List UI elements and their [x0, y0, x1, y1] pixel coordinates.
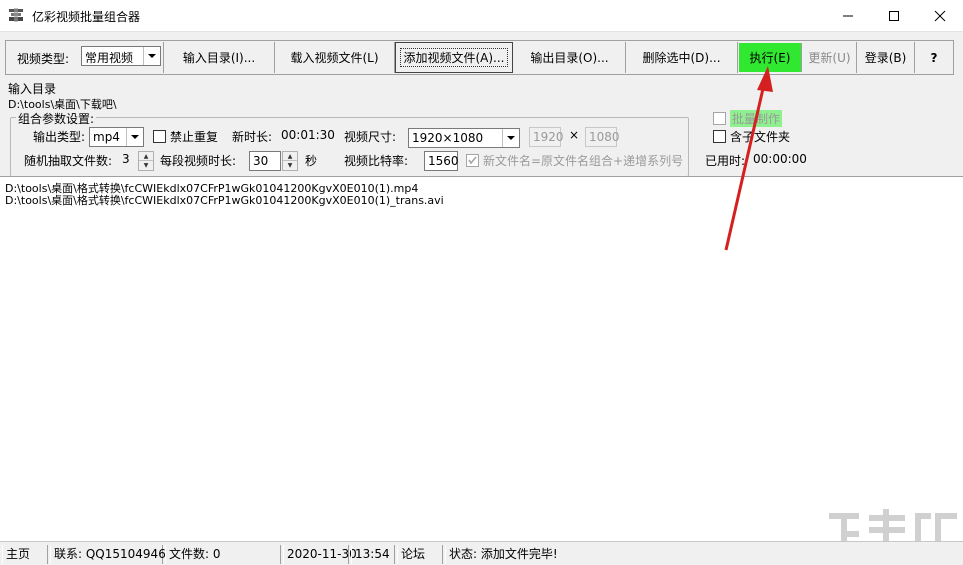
- app-logo-icon: [8, 7, 24, 23]
- status-home[interactable]: 主页: [2, 545, 48, 564]
- elapsed-label: 已用时:: [705, 154, 746, 168]
- chevron-down-icon: [126, 128, 143, 146]
- chevron-down-icon: [143, 47, 160, 65]
- subfolder-label: 含子文件夹: [730, 130, 791, 144]
- stepper-up-icon[interactable]: ▲: [283, 152, 297, 161]
- input-dir-label: 输入目录: [8, 82, 57, 96]
- random-count-stepper[interactable]: ▲ ▼: [138, 151, 154, 171]
- status-time: 13:54: [351, 545, 395, 564]
- segment-duration-label: 每段视频时长:: [160, 154, 237, 168]
- video-size-select[interactable]: 1920×1080: [408, 128, 520, 148]
- no-repeat-checkbox[interactable]: [153, 130, 166, 143]
- status-message: 状态: 添加文件完毕!: [445, 545, 825, 564]
- status-contact[interactable]: 联系: QQ15104946: [50, 545, 166, 564]
- status-file-count: 文件数: 0: [165, 545, 281, 564]
- no-repeat-label: 禁止重复: [170, 130, 219, 144]
- status-date: 2020-11-30: [283, 545, 357, 564]
- batch-checkbox[interactable]: [713, 112, 726, 125]
- status-bar: 主页 联系: QQ15104946 文件数: 0 2020-11-30 13:5…: [0, 541, 963, 565]
- bitrate-input[interactable]: 1560: [424, 151, 459, 171]
- new-duration-value: 00:01:30: [281, 128, 335, 142]
- seconds-unit: 秒: [305, 154, 318, 168]
- filename-rule-checkbox[interactable]: [466, 154, 479, 167]
- login-button[interactable]: 登录(B): [857, 42, 915, 73]
- subfolder-checkbox[interactable]: [713, 130, 726, 143]
- output-type-select[interactable]: mp4: [89, 127, 144, 147]
- new-duration-label: 新时长:: [232, 130, 273, 144]
- height-input[interactable]: 1080: [585, 127, 620, 147]
- output-dir-button[interactable]: 输出目录(O)...: [514, 42, 626, 73]
- execute-button[interactable]: 执行(E): [739, 43, 802, 72]
- random-count-label: 随机抽取文件数:: [24, 154, 113, 168]
- width-input[interactable]: 1920: [529, 127, 564, 147]
- random-count-value: 3: [122, 152, 130, 166]
- main-panel: 视频类型: 常用视频 输入目录(I)... 载入视频文件(L) 添加视频文件(A…: [0, 31, 963, 177]
- file-list[interactable]: D:\tools\桌面\格式转换\fcCWIEkdlx07CFrP1wGk010…: [0, 176, 963, 541]
- input-dir-button[interactable]: 输入目录(I)...: [163, 42, 275, 73]
- video-size-label: 视频尺寸:: [344, 130, 397, 144]
- segment-duration-stepper[interactable]: ▲ ▼: [282, 151, 298, 171]
- filename-rule-label: 新文件名=原文件名组合+递增系列号: [483, 154, 684, 168]
- video-type-select[interactable]: 常用视频: [81, 46, 161, 66]
- toolbar: 视频类型: 常用视频 输入目录(I)... 载入视频文件(L) 添加视频文件(A…: [5, 40, 954, 75]
- list-item[interactable]: D:\tools\桌面\格式转换\fcCWIEkdlx07CFrP1wGk010…: [5, 192, 444, 208]
- times-sign: ×: [569, 128, 580, 142]
- stepper-up-icon[interactable]: ▲: [139, 152, 153, 161]
- maximize-icon: [889, 10, 899, 21]
- maximize-button[interactable]: [871, 0, 917, 31]
- check-icon: [468, 156, 477, 165]
- minimize-icon: [843, 15, 853, 16]
- load-video-button[interactable]: 载入视频文件(L): [275, 42, 395, 73]
- minimize-button[interactable]: [825, 0, 871, 31]
- batch-label: 批量制作: [730, 110, 783, 127]
- video-type-label: 视频类型:: [17, 52, 70, 66]
- title-bar: 亿彩视频批量组合器: [0, 0, 963, 31]
- segment-duration-input[interactable]: 30: [249, 151, 281, 171]
- stepper-down-icon[interactable]: ▼: [139, 161, 153, 170]
- help-button[interactable]: ?: [915, 42, 953, 73]
- close-icon: [934, 10, 946, 21]
- update-button[interactable]: 更新(U): [803, 42, 857, 73]
- window-title: 亿彩视频批量组合器: [32, 10, 141, 24]
- add-video-button[interactable]: 添加视频文件(A)...: [395, 42, 513, 73]
- status-forum[interactable]: 论坛: [397, 545, 443, 564]
- output-type-label: 输出类型:: [33, 130, 86, 144]
- close-button[interactable]: [917, 0, 963, 31]
- elapsed-value: 00:00:00: [753, 152, 807, 166]
- stepper-down-icon[interactable]: ▼: [283, 161, 297, 170]
- params-group-title: 组合参数设置:: [16, 110, 97, 127]
- bitrate-label: 视频比特率:: [344, 154, 409, 168]
- chevron-down-icon: [502, 129, 519, 147]
- delete-selected-button[interactable]: 删除选中(D)...: [626, 42, 738, 73]
